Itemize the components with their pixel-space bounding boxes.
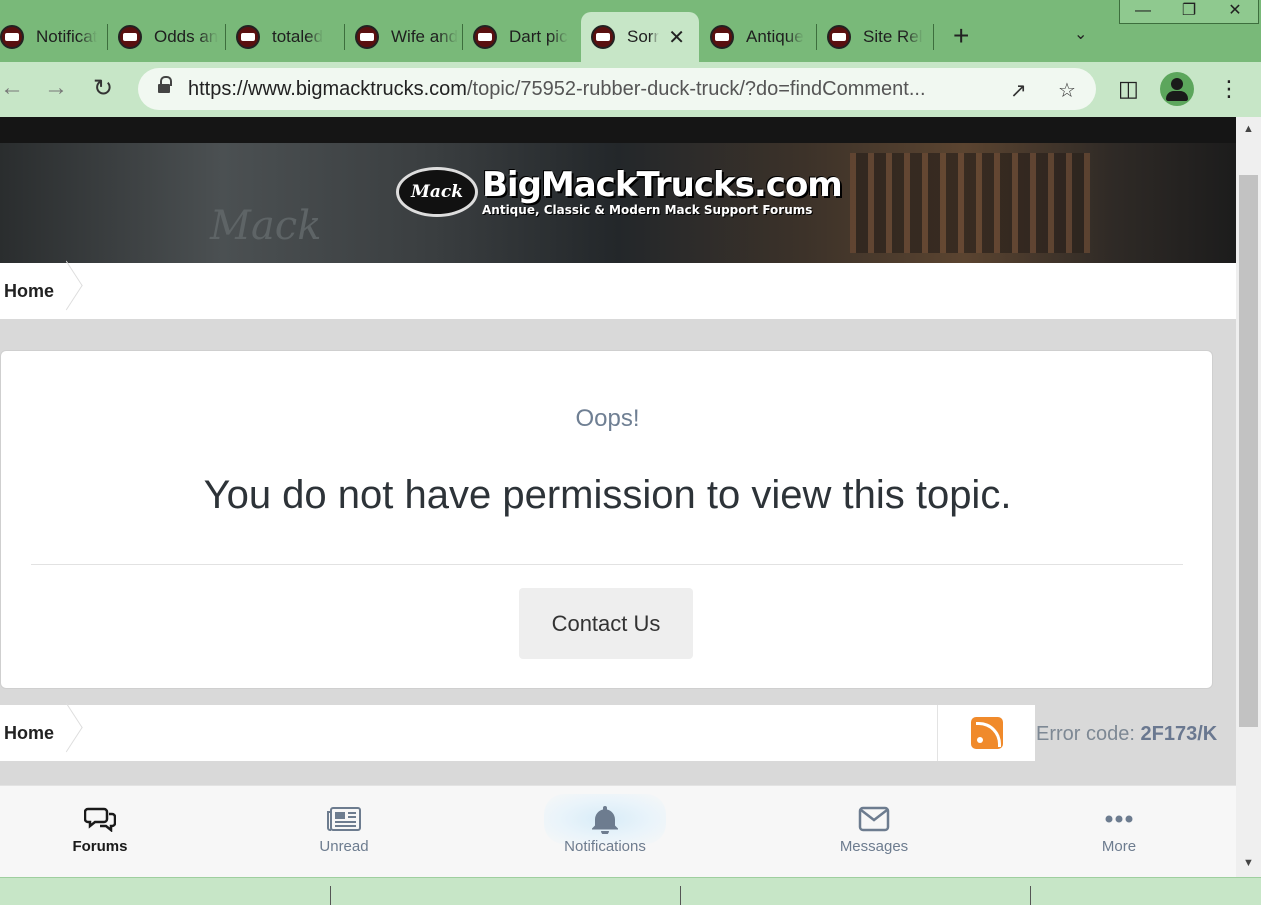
- contact-us-button[interactable]: Contact Us: [519, 588, 693, 659]
- scroll-thumb[interactable]: [1239, 175, 1258, 727]
- url-host: https://www.bigmacktrucks.com: [188, 78, 467, 100]
- scroll-up-arrow-icon[interactable]: ▲: [1243, 123, 1254, 135]
- bmt-favicon-icon: [473, 25, 497, 49]
- page-viewport: Mack Mack BigMackTrucks.com Antique, Cla…: [0, 117, 1236, 877]
- window-controls: — ❐ ✕: [1119, 0, 1259, 24]
- minimize-icon[interactable]: —: [1120, 0, 1166, 23]
- url-text[interactable]: https://www.bigmacktrucks.com/topic/7595…: [188, 78, 926, 101]
- tab-4[interactable]: Wife and: [345, 12, 463, 62]
- tab-title: Sorr: [627, 27, 660, 46]
- strip-separator: [330, 886, 331, 905]
- tab-title: Dart pic: [509, 27, 568, 46]
- share-icon[interactable]: ↗: [1010, 78, 1027, 103]
- tab-title: Wife and: [391, 27, 459, 46]
- kebab-menu-icon[interactable]: ⋮: [1218, 76, 1240, 102]
- tab-strip: Notificat Odds an totaled Wife and Dart …: [0, 0, 1261, 62]
- vertical-scrollbar[interactable]: ▲ ▼: [1236, 117, 1261, 877]
- bmt-favicon-icon: [118, 25, 142, 49]
- error-code: Error code: 2F173/K: [1036, 723, 1217, 746]
- url-path: /topic/75952-rubber-duck-truck/?do=findC…: [466, 78, 926, 100]
- mack-badge: Mack: [396, 167, 478, 217]
- bmt-favicon-icon: [236, 25, 260, 49]
- nav-label: Messages: [839, 838, 909, 855]
- breadcrumb-top: Home: [0, 263, 1236, 319]
- error-card: Oops! You do not have permission to view…: [0, 350, 1213, 689]
- strip-separator: [1030, 886, 1031, 905]
- tab-title: Notificat: [36, 27, 98, 46]
- strip-separator: [680, 886, 681, 905]
- nav-label: Unread: [319, 838, 369, 855]
- nav-label: More: [1101, 838, 1137, 855]
- breadcrumb-bottom: Home: [0, 705, 937, 761]
- nav-more[interactable]: More: [1044, 800, 1194, 855]
- tab-title: Antique: [746, 27, 804, 46]
- tab-title: Site Rel: [863, 27, 923, 46]
- bmt-favicon-icon: [591, 25, 615, 49]
- bmt-favicon-icon: [710, 25, 734, 49]
- site-banner: Mack Mack BigMackTrucks.com Antique, Cla…: [0, 143, 1236, 263]
- tab-8[interactable]: Site Rel: [817, 12, 933, 62]
- bmt-favicon-icon: [827, 25, 851, 49]
- address-bar[interactable]: https://www.bigmacktrucks.com/topic/7595…: [138, 68, 1096, 110]
- logo-title: BigMackTrucks.com: [482, 165, 843, 205]
- error-message: You do not have permission to view this …: [203, 473, 1012, 517]
- error-oops: Oops!: [575, 405, 640, 432]
- nav-unread[interactable]: Unread: [269, 800, 419, 855]
- tab-7[interactable]: Antique: [700, 12, 818, 62]
- error-code-label: Error code:: [1036, 723, 1135, 745]
- envelope-icon: [799, 800, 949, 838]
- bottom-status-strip: [0, 877, 1261, 905]
- tab-1[interactable]: Notificat: [0, 12, 108, 62]
- tab-title: Odds an: [154, 27, 219, 46]
- new-tab-plus-icon[interactable]: +: [953, 20, 969, 52]
- rss-container: [937, 705, 1035, 761]
- nav-messages[interactable]: Messages: [799, 800, 949, 855]
- side-panel-icon[interactable]: ◫: [1118, 76, 1139, 102]
- banner-truck-image: [850, 153, 1090, 253]
- site-logo[interactable]: Mack BigMackTrucks.com Antique, Classic …: [396, 165, 843, 217]
- mobile-bottom-nav: Forums Unread Notifications Messages Mor…: [0, 785, 1236, 877]
- nav-forums[interactable]: Forums: [25, 800, 175, 855]
- breadcrumb-home-link[interactable]: Home: [4, 281, 54, 302]
- nav-notifications[interactable]: Notifications: [530, 800, 680, 855]
- error-code-value: 2F173/K: [1140, 723, 1218, 745]
- reload-icon[interactable]: ↻: [93, 74, 113, 103]
- divider: [31, 564, 1183, 565]
- logo-text: BigMackTrucks.com Antique, Classic & Mod…: [482, 165, 843, 217]
- close-tab-icon[interactable]: ✕: [668, 25, 685, 50]
- tab-search-chevron-icon[interactable]: ⌄: [1074, 24, 1087, 44]
- forward-arrow-icon[interactable]: →: [44, 74, 68, 102]
- banner-watermark: Mack: [210, 203, 322, 249]
- breadcrumb-chevron-icon: [66, 263, 86, 319]
- profile-avatar-icon[interactable]: [1160, 72, 1194, 106]
- bookmark-star-icon[interactable]: ☆: [1058, 78, 1076, 103]
- nav-label: Notifications: [564, 838, 646, 855]
- site-top-strip: [0, 117, 1236, 143]
- newspaper-icon: [269, 800, 419, 838]
- logo-subtitle: Antique, Classic & Modern Mack Support F…: [482, 203, 813, 217]
- tab-title: totaled: [272, 27, 324, 46]
- restore-icon[interactable]: ❐: [1166, 0, 1212, 23]
- lock-icon[interactable]: [158, 76, 172, 95]
- tab-5[interactable]: Dart pic: [463, 12, 581, 62]
- rss-feed-icon[interactable]: [971, 717, 1003, 749]
- bmt-favicon-icon: [0, 25, 24, 49]
- tab-2[interactable]: Odds an: [108, 12, 226, 62]
- tab-separator: [933, 24, 934, 50]
- scroll-down-arrow-icon[interactable]: ▼: [1243, 857, 1254, 869]
- browser-toolbar: ← → ↻ https://www.bigmacktrucks.com/topi…: [0, 62, 1261, 117]
- breadcrumb-home-link[interactable]: Home: [4, 723, 54, 744]
- close-window-icon[interactable]: ✕: [1212, 0, 1258, 23]
- ellipsis-icon: [1044, 800, 1194, 838]
- nav-label: Forums: [72, 838, 128, 855]
- breadcrumb-chevron-icon: [66, 705, 86, 761]
- chat-bubbles-icon: [25, 800, 175, 838]
- bmt-favicon-icon: [355, 25, 379, 49]
- tab-3[interactable]: totaled: [226, 12, 344, 62]
- bell-icon: [530, 800, 680, 838]
- back-arrow-icon[interactable]: ←: [0, 74, 24, 102]
- tab-6-active[interactable]: Sorr ✕: [581, 12, 699, 62]
